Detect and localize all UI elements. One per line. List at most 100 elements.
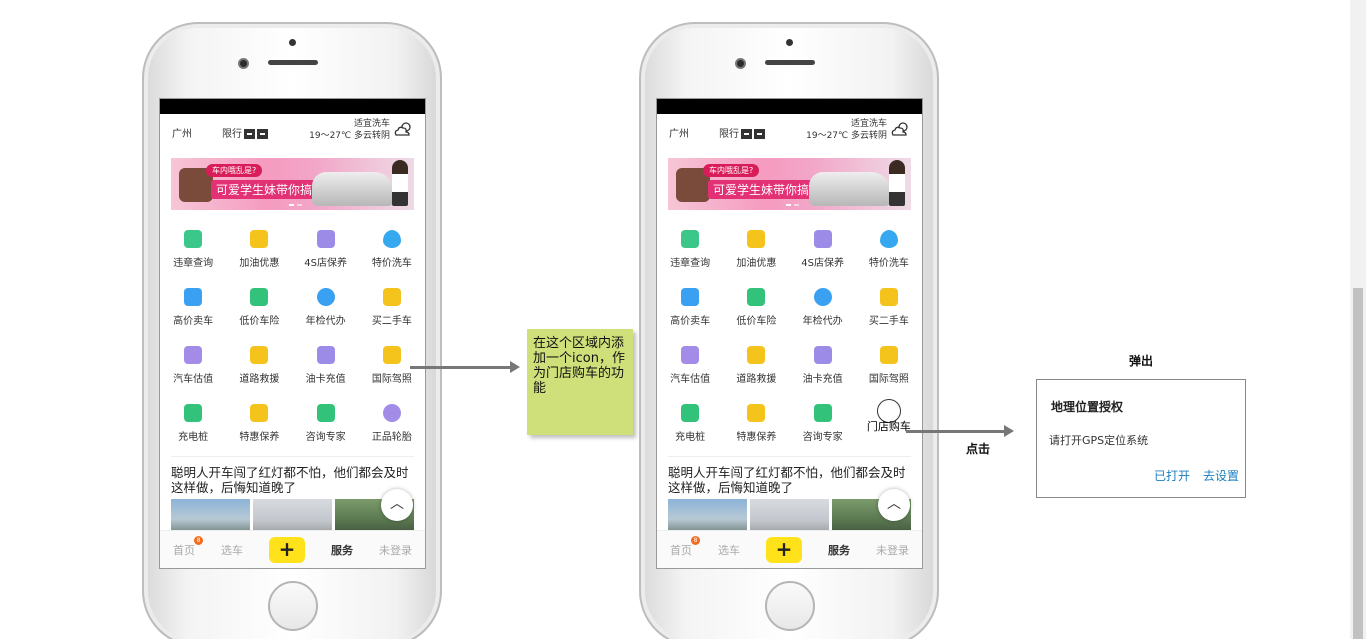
dialog-title: 地理位置授权 xyxy=(1051,400,1124,414)
sell-car-icon xyxy=(184,288,203,306)
service-item[interactable]: 高价卖车 xyxy=(160,282,226,340)
carousel-dot xyxy=(289,204,294,206)
service-item[interactable]: 咨询专家 xyxy=(790,398,856,456)
tab-service[interactable]: 服务 xyxy=(828,542,850,558)
service-label: 充电桩 xyxy=(178,432,209,443)
service-item[interactable]: 油卡充值 xyxy=(790,340,856,398)
service-item[interactable]: 充电桩 xyxy=(160,398,226,456)
service-item[interactable]: 特价洗车 xyxy=(359,224,425,282)
service-item[interactable]: 咨询专家 xyxy=(293,398,359,456)
service-item[interactable]: 门店购车 xyxy=(856,398,922,456)
opened-button[interactable]: 已打开 xyxy=(1154,467,1190,484)
service-label: 加油优惠 xyxy=(736,258,777,269)
back-to-top-button[interactable]: ︿ xyxy=(381,489,413,521)
phone-mockup-before: 广州 限行 适宜洗车 19～27℃ 多云转阴 车内哦乱是? 可爱学生妹带你搞定 … xyxy=(142,22,442,639)
service-item[interactable]: 道路救援 xyxy=(226,340,292,398)
click-annotation: 点击 xyxy=(966,442,991,456)
carousel-dot xyxy=(786,204,791,206)
4s-shop-icon xyxy=(813,230,832,248)
scrollbar-thumb[interactable] xyxy=(1353,288,1363,639)
service-label: 汽车估值 xyxy=(670,374,711,385)
annotation-note: 在这个区域内添加一个icon，作为门店购车的功能 xyxy=(527,329,633,435)
tab-login[interactable]: 未登录 xyxy=(876,542,909,558)
chevron-up-icon: ︿ xyxy=(887,496,901,512)
inspector-icon xyxy=(316,288,335,306)
water-drop-icon xyxy=(382,230,401,248)
sell-car-icon xyxy=(681,288,700,306)
front-sensor xyxy=(289,39,296,46)
plate-digit-icon xyxy=(741,129,752,139)
tab-service[interactable]: 服务 xyxy=(331,542,353,558)
service-label: 特惠保养 xyxy=(736,432,777,443)
fuel-icon xyxy=(747,230,766,248)
back-to-top-button[interactable]: ︿ xyxy=(878,489,910,521)
service-item[interactable]: 国际驾照 xyxy=(359,340,425,398)
used-car-icon xyxy=(879,288,898,306)
plus-button[interactable]: + xyxy=(269,536,305,563)
service-item[interactable]: 特惠保养 xyxy=(226,398,292,456)
city-selector[interactable]: 广州 xyxy=(669,125,689,140)
city-selector[interactable]: 广州 xyxy=(172,125,192,140)
service-item[interactable]: 油卡充值 xyxy=(293,340,359,398)
graduation-cap-icon xyxy=(316,404,335,422)
service-label: 油卡充值 xyxy=(305,374,346,385)
service-item[interactable]: 高价卖车 xyxy=(657,282,723,340)
tab-select-car[interactable]: 选车 xyxy=(718,542,740,558)
service-item[interactable]: 正品轮胎 xyxy=(359,398,425,456)
service-item[interactable]: 违章查询 xyxy=(160,224,226,282)
service-item[interactable]: 道路救援 xyxy=(723,340,789,398)
service-item[interactable]: 汽车估值 xyxy=(160,340,226,398)
service-item[interactable]: 买二手车 xyxy=(856,282,922,340)
license-card-icon xyxy=(879,346,898,364)
calculator-icon xyxy=(681,346,700,364)
home-button[interactable] xyxy=(765,581,815,631)
restriction-label: 限行 xyxy=(719,129,739,140)
service-item[interactable]: 买二手车 xyxy=(359,282,425,340)
top-bar: 广州 限行 适宜洗车 19～27℃ 多云转阴 xyxy=(657,114,922,144)
phone-screen: 广州 限行 适宜洗车 19～27℃ 多云转阴 车内哦乱是? 可爱学生妹带你搞定 … xyxy=(159,98,426,569)
used-car-icon xyxy=(382,288,401,306)
service-item[interactable]: 加油优惠 xyxy=(723,224,789,282)
service-label: 咨询专家 xyxy=(305,432,346,443)
home-button[interactable] xyxy=(268,581,318,631)
tab-home[interactable]: 首页 8 xyxy=(173,535,203,558)
service-item[interactable]: 违章查询 xyxy=(657,224,723,282)
restriction-info: 限行 xyxy=(719,125,765,140)
service-item[interactable]: 加油优惠 xyxy=(226,224,292,282)
service-item[interactable]: 低价车险 xyxy=(226,282,292,340)
service-item[interactable]: 4S店保养 xyxy=(293,224,359,282)
service-item[interactable]: 特惠保养 xyxy=(723,398,789,456)
weather-text: 19～27℃ 多云转阴 xyxy=(806,131,887,141)
earpiece-speaker xyxy=(765,60,815,65)
shield-check-icon xyxy=(747,288,766,306)
banner-tag: 车内哦乱是? xyxy=(206,164,263,177)
plate-digit-icon xyxy=(244,129,255,139)
service-label: 正品轮胎 xyxy=(371,432,412,443)
service-item[interactable]: 国际驾照 xyxy=(856,340,922,398)
service-item[interactable]: 特价洗车 xyxy=(856,224,922,282)
page-scrollbar[interactable] xyxy=(1350,0,1366,639)
promo-banner[interactable]: 车内哦乱是? 可爱学生妹带你搞定 xyxy=(668,158,911,210)
weather-info: 适宜洗车 19～27℃ 多云转阴 xyxy=(309,118,390,142)
news-title[interactable]: 聪明人开车闯了红灯都不怕，他们都会及时这样做，后悔知道晚了 xyxy=(657,457,922,495)
wash-status: 适宜洗车 xyxy=(850,119,887,129)
tab-login[interactable]: 未登录 xyxy=(379,542,412,558)
settings-button[interactable]: 去设置 xyxy=(1203,467,1239,484)
service-item[interactable]: 低价车险 xyxy=(723,282,789,340)
service-item[interactable]: 年检代办 xyxy=(790,282,856,340)
service-item[interactable]: 年检代办 xyxy=(293,282,359,340)
service-item[interactable]: 汽车估值 xyxy=(657,340,723,398)
notification-badge: 8 xyxy=(691,535,700,545)
service-grid: 违章查询 加油优惠 4S店保养 特价洗车高价卖车 低价车险 年检代办 买二手车汽车估值 道路救… xyxy=(657,224,922,456)
promo-banner[interactable]: 车内哦乱是? 可爱学生妹带你搞定 xyxy=(171,158,414,210)
service-label: 低价车险 xyxy=(736,316,777,327)
top-bar: 广州 限行 适宜洗车 19～27℃ 多云转阴 xyxy=(160,114,425,144)
news-title[interactable]: 聪明人开车闯了红灯都不怕，他们都会及时这样做，后悔知道晚了 xyxy=(160,457,425,495)
tab-select-car[interactable]: 选车 xyxy=(221,542,243,558)
restriction-label: 限行 xyxy=(222,129,242,140)
plus-button[interactable]: + xyxy=(766,536,802,563)
car-image xyxy=(312,172,394,206)
tab-home[interactable]: 首页 8 xyxy=(670,535,700,558)
service-item[interactable]: 充电桩 xyxy=(657,398,723,456)
service-item[interactable]: 4S店保养 xyxy=(790,224,856,282)
